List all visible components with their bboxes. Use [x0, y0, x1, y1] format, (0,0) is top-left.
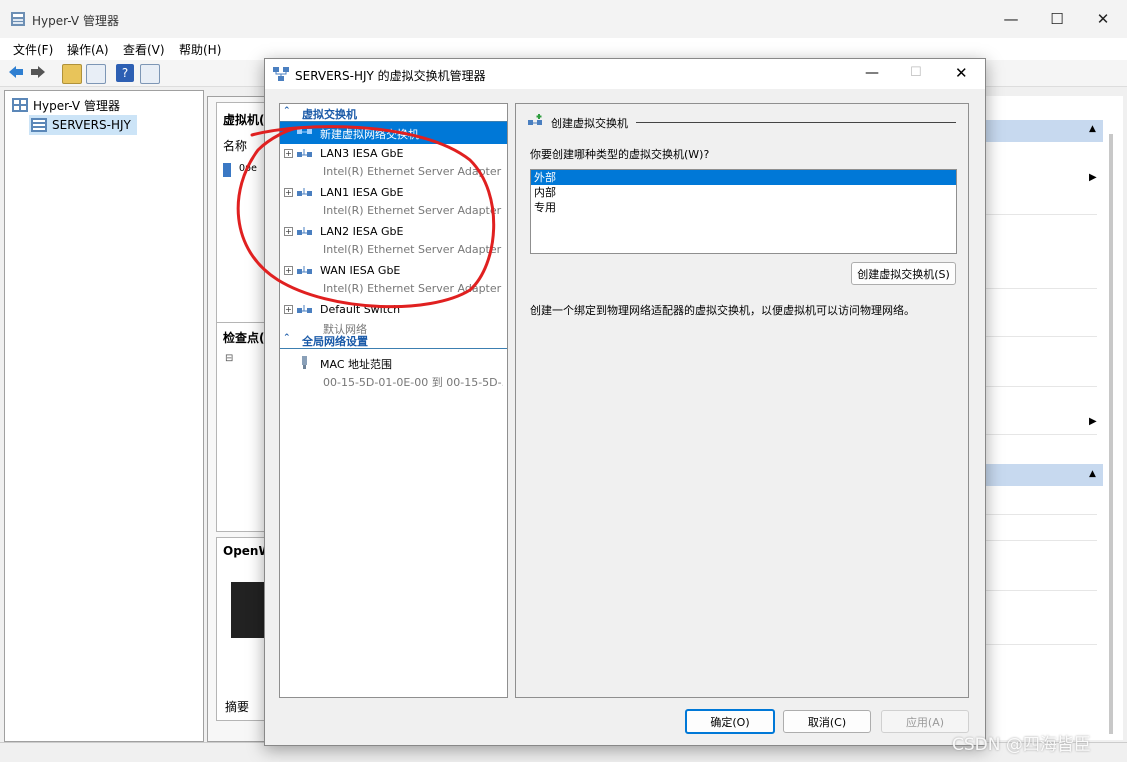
network-adapter-icon: [297, 227, 312, 235]
switch-list-pane: ⌃ 虚拟交换机 新建虚拟网络交换机 + LAN3 IESA GbE Intel(…: [279, 103, 508, 698]
dialog-minimize-icon[interactable]: —: [865, 65, 879, 81]
expand-plus-icon[interactable]: +: [284, 305, 293, 314]
create-switch-icon: [528, 114, 542, 125]
tree-server-item[interactable]: SERVERS-HJY: [29, 115, 137, 135]
hyperv-app-icon: [11, 12, 25, 26]
switch-name: LAN2 IESA GbE: [320, 225, 404, 238]
dialog-title-bar: SERVERS-HJY 的虚拟交换机管理器 — ☐ ✕: [265, 59, 985, 89]
switch-name: LAN3 IESA GbE: [320, 147, 404, 160]
actions-scrollbar[interactable]: [1109, 134, 1113, 734]
submenu-arrow-icon-2[interactable]: ▶: [1089, 416, 1097, 427]
back-arrow-icon[interactable]: [8, 65, 24, 79]
vm-icon: [223, 163, 231, 177]
maximize-icon[interactable]: ☐: [1034, 0, 1080, 38]
main-window-title: Hyper-V 管理器: [32, 14, 119, 28]
collapse-chevron-icon[interactable]: ⌃: [283, 333, 291, 343]
summary-tab[interactable]: 摘要: [225, 698, 249, 715]
switch-type-option-external[interactable]: 外部: [531, 170, 956, 185]
switch-adapter: Intel(R) Ethernet Server Adapter ...: [323, 282, 503, 295]
switch-type-option-private[interactable]: 专用: [531, 200, 956, 215]
dialog-title: SERVERS-HJY 的虚拟交换机管理器: [295, 69, 486, 83]
expand-plus-icon[interactable]: +: [284, 149, 293, 158]
watermark: CSDN @四海皆臣: [952, 735, 1091, 755]
switch-adapter: Intel(R) Ethernet Server Adapter ...: [323, 204, 503, 217]
create-switch-header: 创建虚拟交换机: [551, 117, 628, 130]
network-adapter-icon: [297, 188, 312, 196]
new-switch-label: 新建虚拟网络交换机: [320, 128, 419, 141]
virtual-switch-manager-dialog: SERVERS-HJY 的虚拟交换机管理器 — ☐ ✕ ⌃ 虚拟交换机 新建虚拟…: [264, 58, 986, 746]
minimize-icon[interactable]: —: [988, 0, 1034, 38]
switch-name: Default Switch: [320, 303, 401, 316]
collapse-up-icon-2[interactable]: ▲: [1089, 469, 1096, 479]
actions-header-1[interactable]: [985, 120, 1103, 142]
create-virtual-switch-button[interactable]: 创建虚拟交换机(S): [851, 262, 956, 285]
switch-type-description: 创建一个绑定到物理网络适配器的虚拟交换机，以便虚拟机可以访问物理网络。: [530, 304, 915, 317]
actions-pane: ▲ ▶ ▶ ▲: [985, 96, 1123, 740]
tree-root-label[interactable]: Hyper-V 管理器: [33, 97, 120, 114]
vm-section-header: 虚拟机(: [223, 113, 265, 127]
switch-item-lan1[interactable]: + LAN1 IESA GbE Intel(R) Ethernet Server…: [280, 183, 507, 222]
vm-row-name[interactable]: Ope: [239, 163, 257, 174]
vm-name-column[interactable]: 名称: [223, 137, 247, 154]
switch-item-lan2[interactable]: + LAN2 IESA GbE Intel(R) Ethernet Server…: [280, 222, 507, 261]
actions-header-2[interactable]: [985, 464, 1103, 486]
dialog-close-icon[interactable]: ✕: [955, 64, 968, 82]
checkpoint-section-header: 检查点(: [223, 331, 265, 345]
up-folder-icon[interactable]: [62, 64, 82, 84]
server-icon: [31, 118, 47, 132]
virtual-switches-section-label: 虚拟交换机: [302, 108, 357, 121]
expand-plus-icon[interactable]: +: [284, 227, 293, 236]
console-tree: Hyper-V 管理器 SERVERS-HJY: [4, 90, 204, 742]
hyperv-manager-icon: [12, 98, 28, 112]
mac-range-label: MAC 地址范围: [320, 358, 392, 371]
global-settings-section[interactable]: ⌃ 全局网络设置: [280, 331, 507, 349]
switch-item-wan[interactable]: + WAN IESA GbE Intel(R) Ethernet Server …: [280, 261, 507, 300]
virtual-switches-section[interactable]: ⌃ 虚拟交换机: [280, 104, 507, 122]
collapse-chevron-icon[interactable]: ⌃: [283, 106, 291, 116]
expand-plus-icon[interactable]: +: [284, 188, 293, 197]
new-switch-icon: [297, 129, 312, 134]
switch-item-lan3[interactable]: + LAN3 IESA GbE Intel(R) Ethernet Server…: [280, 144, 507, 183]
middle-pane: 虚拟机( 名称 Ope 检查点( ⊟ OpenW 摘要: [207, 96, 272, 742]
help-icon[interactable]: ?: [116, 64, 134, 82]
tree-server-label: SERVERS-HJY: [52, 118, 131, 132]
network-switch-icon: [273, 67, 289, 81]
mac-range-value: 00-15-5D-01-0E-00 到 00-15-5D-...: [323, 376, 503, 389]
switch-adapter: Intel(R) Ethernet Server Adapter ...: [323, 165, 503, 178]
menu-help[interactable]: 帮助(H): [179, 41, 221, 58]
close-icon[interactable]: ✕: [1080, 0, 1126, 38]
collapse-up-icon-1[interactable]: ▲: [1089, 124, 1096, 134]
show-hide-tree-icon[interactable]: [86, 64, 106, 84]
mac-address-icon: [302, 356, 307, 369]
menu-view[interactable]: 查看(V): [123, 41, 165, 58]
action-pane-icon[interactable]: [140, 64, 160, 84]
switch-type-listbox[interactable]: 外部 内部 专用: [530, 169, 957, 254]
submenu-arrow-icon-1[interactable]: ▶: [1089, 172, 1097, 183]
global-settings-section-label: 全局网络设置: [302, 335, 368, 348]
cancel-button[interactable]: 取消(C): [783, 710, 871, 733]
menu-action[interactable]: 操作(A): [67, 41, 109, 58]
switch-type-prompt: 你要创建哪种类型的虚拟交换机(W)?: [530, 148, 710, 161]
header-rule: [636, 122, 956, 123]
switch-adapter: Intel(R) Ethernet Server Adapter ...: [323, 243, 503, 256]
forward-arrow-icon[interactable]: [30, 65, 46, 79]
network-adapter-icon: [297, 305, 312, 313]
main-title-bar: Hyper-V 管理器 — ☐ ✕: [0, 0, 1127, 38]
checkpoint-tree-icon[interactable]: ⊟: [225, 353, 233, 364]
switch-type-option-internal[interactable]: 内部: [531, 185, 956, 200]
network-adapter-icon: [297, 266, 312, 274]
switch-name: LAN1 IESA GbE: [320, 186, 404, 199]
expand-plus-icon[interactable]: +: [284, 266, 293, 275]
menu-file[interactable]: 文件(F): [13, 41, 53, 58]
ok-button[interactable]: 确定(O): [685, 709, 775, 734]
menu-bar: 文件(F) 操作(A) 查看(V) 帮助(H): [0, 38, 1127, 60]
dialog-maximize-icon: ☐: [910, 65, 922, 80]
switch-name: WAN IESA GbE: [320, 264, 401, 277]
network-adapter-icon: [297, 149, 312, 157]
switch-detail-pane: 创建虚拟交换机 你要创建哪种类型的虚拟交换机(W)? 外部 内部 专用 创建虚拟…: [515, 103, 969, 698]
new-virtual-switch-item[interactable]: 新建虚拟网络交换机: [280, 122, 507, 144]
mac-address-range-item[interactable]: MAC 地址范围 00-15-5D-01-0E-00 到 00-15-5D-..…: [280, 353, 507, 392]
